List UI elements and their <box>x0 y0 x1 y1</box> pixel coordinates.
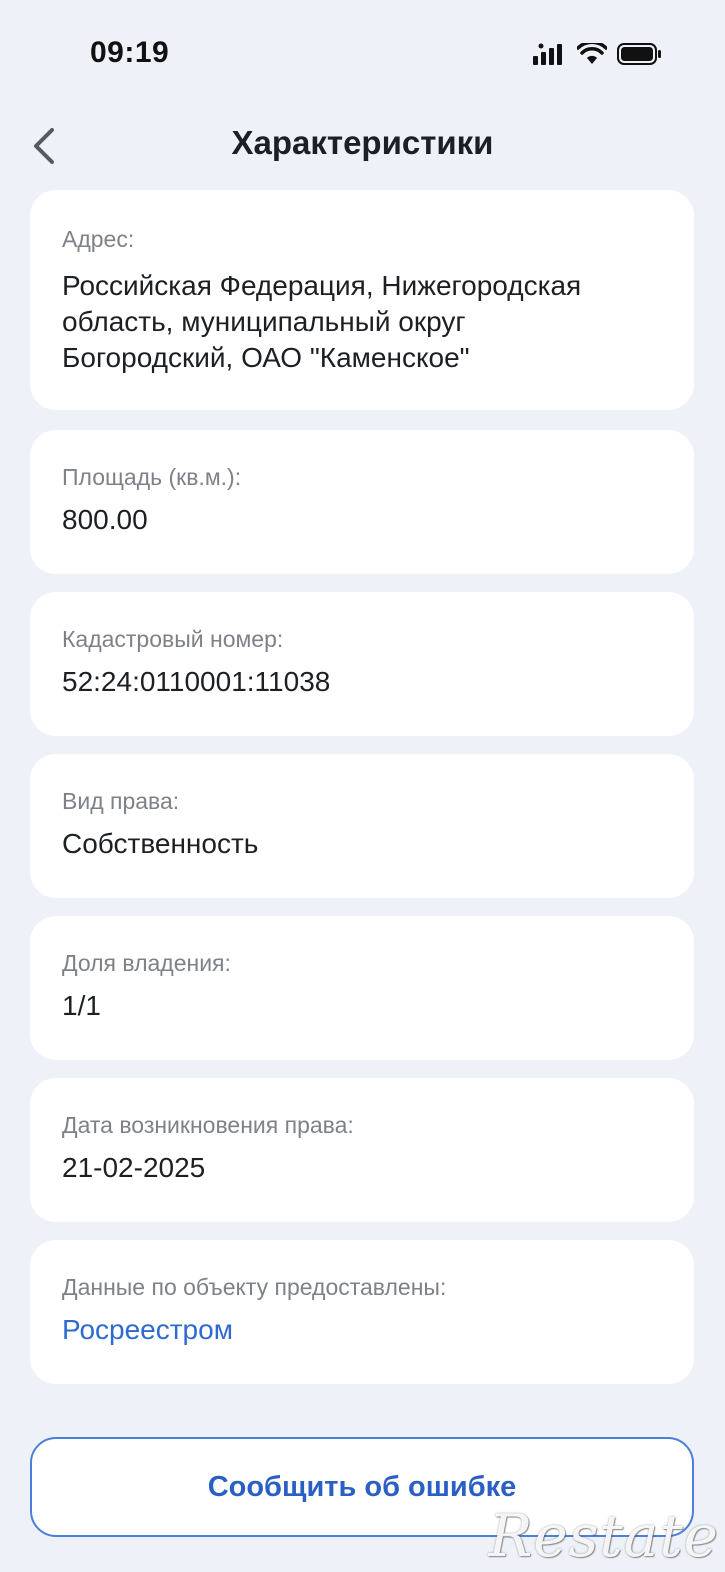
date-value: 21-02-2025 <box>62 1152 206 1183</box>
header: Характеристики <box>0 110 725 182</box>
address-value: Российская Федерация, Нижегородская обла… <box>62 268 662 376</box>
screen: 09:19 Характеристики Адрес: Российская Ф… <box>0 0 725 1572</box>
address-label: Адрес: <box>62 226 135 252</box>
area-card: Площадь (кв.м.): 800.00 <box>30 430 694 574</box>
cadastral-value: 52:24:0110001:11038 <box>62 666 331 697</box>
address-line-2: область, муниципальный округ <box>62 306 466 337</box>
cadastral-card: Кадастровый номер: 52:24:0110001:11038 <box>30 592 694 736</box>
address-line-1: Российская Федерация, Нижегородская <box>62 270 582 301</box>
status-bar: 09:19 <box>0 0 725 110</box>
battery-icon <box>617 43 661 65</box>
signal-icon <box>533 43 562 65</box>
status-icons <box>533 40 663 68</box>
right-type-label: Вид права: <box>62 788 180 814</box>
area-value: 800.00 <box>62 504 148 535</box>
right-type-value: Собственность <box>62 828 259 859</box>
address-card: Адрес: Российская Федерация, Нижегородск… <box>30 190 694 410</box>
date-label: Дата возникновения права: <box>62 1112 354 1138</box>
status-time: 09:19 <box>90 36 170 69</box>
page-title: Характеристики <box>231 124 494 161</box>
wifi-icon <box>577 43 607 64</box>
right-type-card: Вид права: Собственность <box>30 754 694 898</box>
share-label: Доля владения: <box>62 950 231 976</box>
source-link[interactable]: Росреестром <box>62 1312 662 1348</box>
source-label: Данные по объекту предоставлены: <box>62 1274 447 1300</box>
watermark-logo: Restate <box>488 1502 719 1570</box>
cadastral-label: Кадастровый номер: <box>62 626 284 652</box>
source-card: Данные по объекту предоставлены: Росреес… <box>30 1240 694 1384</box>
address-line-3: Богородский, ОАО "Каменское" <box>62 342 470 373</box>
share-value: 1/1 <box>62 990 101 1021</box>
share-card: Доля владения: 1/1 <box>30 916 694 1060</box>
area-label: Площадь (кв.м.): <box>62 464 242 490</box>
date-card: Дата возникновения права: 21-02-2025 <box>30 1078 694 1222</box>
